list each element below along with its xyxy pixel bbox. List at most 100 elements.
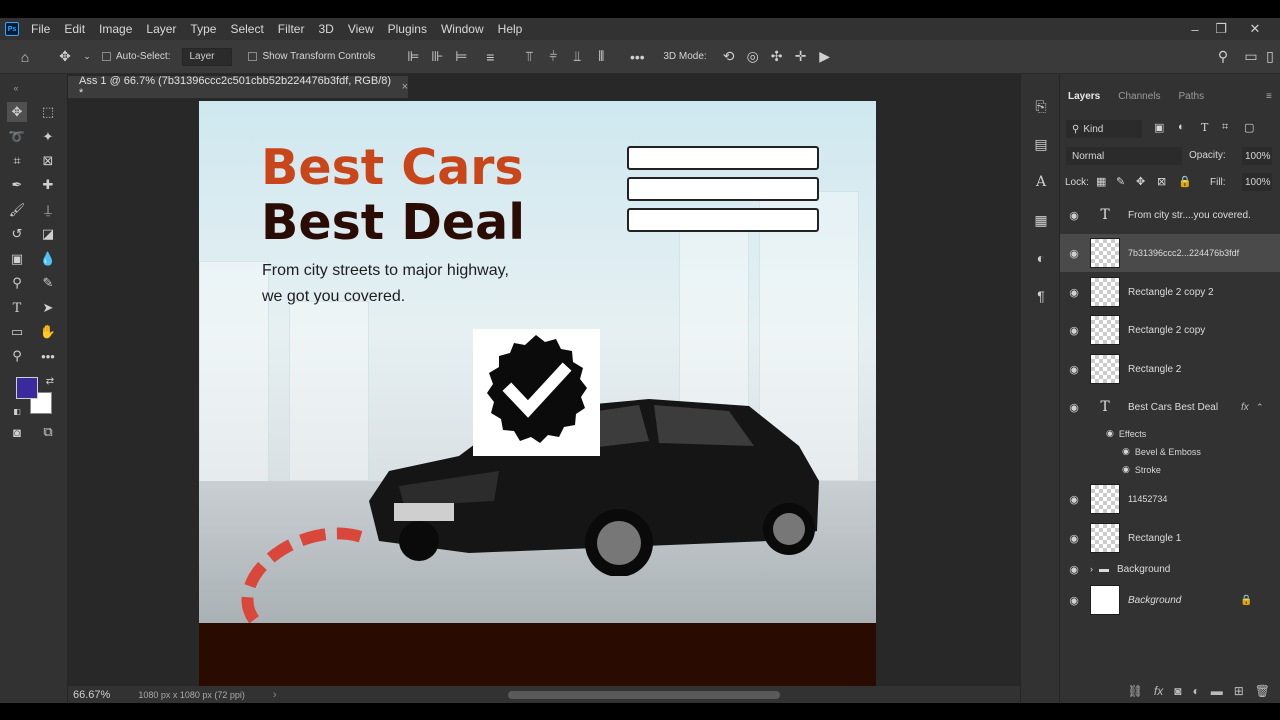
- menu-select[interactable]: Select: [230, 22, 263, 36]
- filter-type-icon[interactable]: T: [1201, 121, 1208, 134]
- menu-plugins[interactable]: Plugins: [388, 22, 427, 36]
- eye-icon[interactable]: ◉: [1068, 324, 1080, 337]
- tab-channels[interactable]: Channels: [1118, 91, 1160, 102]
- gradient-tool-icon[interactable]: ▣: [7, 249, 27, 269]
- menu-3d[interactable]: 3D: [318, 22, 333, 36]
- align-middle-icon[interactable]: ⫩: [541, 48, 565, 65]
- default-colors-icon[interactable]: ◧: [7, 401, 27, 421]
- collapse-icon[interactable]: «: [6, 78, 26, 98]
- rectangle-tool-icon[interactable]: ▭: [7, 322, 27, 342]
- 3d-camera-icon[interactable]: ▶: [813, 48, 837, 65]
- layer-row[interactable]: ◉ Rectangle 1: [1060, 519, 1280, 557]
- menu-layer[interactable]: Layer: [146, 22, 176, 36]
- history-icon[interactable]: ⎘: [1031, 96, 1051, 116]
- blend-mode-dropdown[interactable]: Normal: [1066, 147, 1182, 165]
- auto-select-dropdown[interactable]: Layer: [182, 47, 233, 66]
- layer-row[interactable]: ◉ T From city str....you covered.: [1060, 196, 1280, 234]
- 3d-pan-icon[interactable]: ✣: [765, 48, 789, 65]
- layer-row[interactable]: ◉ Rectangle 2 copy: [1060, 311, 1280, 349]
- lock-position-icon[interactable]: ✥: [1136, 175, 1145, 188]
- more-tools-icon[interactable]: •••: [38, 346, 58, 366]
- menu-help[interactable]: Help: [498, 22, 523, 36]
- quick-mask-icon[interactable]: ◙: [7, 422, 27, 442]
- distribute-icon[interactable]: ≡: [473, 49, 507, 65]
- zoom-level[interactable]: 66.67%: [73, 689, 110, 701]
- tab-layers[interactable]: Layers: [1068, 91, 1100, 102]
- search-icon[interactable]: ⚲: [1212, 48, 1234, 65]
- eye-icon[interactable]: ◉: [1068, 209, 1080, 222]
- chevron-down-icon[interactable]: ⌄: [80, 51, 94, 62]
- adjustments-icon[interactable]: ◐: [1031, 248, 1051, 268]
- layer-row[interactable]: ◉ T Best Cars Best Deal fx ⌃: [1060, 388, 1280, 426]
- eye-icon[interactable]: ◉: [1068, 286, 1080, 299]
- menu-edit[interactable]: Edit: [64, 22, 85, 36]
- swap-colors-icon[interactable]: ⇄: [40, 371, 60, 391]
- link-icon[interactable]: ⛓: [1128, 684, 1143, 698]
- effect-row[interactable]: ◉ Stroke: [1122, 464, 1161, 475]
- filter-pixel-icon[interactable]: ▣: [1154, 121, 1164, 134]
- eye-icon[interactable]: ◉: [1122, 464, 1130, 475]
- eye-icon[interactable]: ◉: [1068, 493, 1080, 506]
- move-tool-icon[interactable]: ✥: [7, 102, 27, 122]
- lock-transparent-icon[interactable]: ▦: [1096, 175, 1106, 188]
- eye-icon[interactable]: ◉: [1068, 532, 1080, 545]
- eyedropper-icon[interactable]: ✒: [7, 175, 27, 195]
- lock-all-icon[interactable]: 🔒: [1178, 175, 1192, 188]
- filter-adjustment-icon[interactable]: ◐: [1178, 121, 1185, 133]
- fx-badge[interactable]: fx: [1241, 402, 1249, 413]
- eye-icon[interactable]: ◉: [1068, 247, 1080, 260]
- character-icon[interactable]: A: [1031, 172, 1051, 192]
- document-tab[interactable]: Ass 1 @ 66.7% (7b31396ccc2c501cbb52b2244…: [68, 75, 408, 99]
- pen-tool-icon[interactable]: ✎: [38, 273, 58, 293]
- marquee-tool-icon[interactable]: ⬚: [38, 102, 58, 122]
- adjustment-layer-icon[interactable]: ◐: [1192, 684, 1199, 698]
- align-top-icon[interactable]: ⫪: [517, 48, 541, 65]
- swatches-icon[interactable]: ▦: [1031, 210, 1051, 230]
- eraser-tool-icon[interactable]: ◪: [38, 224, 58, 244]
- chevron-right-icon[interactable]: ›: [1090, 564, 1093, 574]
- libraries-icon[interactable]: ▤: [1031, 134, 1051, 154]
- brush-tool-icon[interactable]: 🖌: [7, 200, 27, 220]
- tab-paths[interactable]: Paths: [1179, 91, 1205, 102]
- panel-menu-icon[interactable]: ≡: [1266, 91, 1272, 102]
- layer-row[interactable]: ◉ 11452734: [1060, 480, 1280, 518]
- 3d-roll-icon[interactable]: ◎: [741, 48, 765, 65]
- menu-window[interactable]: Window: [441, 22, 484, 36]
- eye-icon[interactable]: ◉: [1106, 428, 1114, 439]
- frame-tool-icon[interactable]: ⊠: [38, 151, 58, 171]
- hand-tool-icon[interactable]: ✋: [38, 322, 58, 342]
- menu-view[interactable]: View: [348, 22, 374, 36]
- layer-row-selected[interactable]: ◉ 7b31396ccc2...224476b3fdf: [1060, 234, 1280, 272]
- type-tool-icon[interactable]: T: [7, 298, 27, 318]
- chevron-up-icon[interactable]: ⌃: [1256, 402, 1264, 413]
- lasso-tool-icon[interactable]: ➰: [7, 127, 27, 147]
- filter-shape-icon[interactable]: ⌗: [1222, 121, 1228, 134]
- fill-input[interactable]: 100%: [1242, 173, 1272, 191]
- workspace-icon[interactable]: ▭: [1240, 48, 1262, 65]
- zoom-tool-icon[interactable]: ⚲: [7, 346, 27, 366]
- align-bottom-icon[interactable]: ⫫: [565, 48, 589, 65]
- canvas[interactable]: Best Cars Best Deal From city streets to…: [199, 101, 876, 686]
- menu-image[interactable]: Image: [99, 22, 132, 36]
- blur-tool-icon[interactable]: 💧: [38, 249, 58, 269]
- align-right-icon[interactable]: ⊨: [449, 48, 473, 65]
- eye-icon[interactable]: ◉: [1068, 563, 1080, 576]
- layer-row[interactable]: ◉ Rectangle 2 copy 2: [1060, 273, 1280, 311]
- auto-select-checkbox[interactable]: Auto-Select:: [102, 51, 170, 62]
- align-center-icon[interactable]: ⊪: [425, 48, 449, 65]
- new-layer-icon[interactable]: ⊞: [1234, 684, 1244, 698]
- share-icon[interactable]: ▯: [1264, 48, 1276, 65]
- healing-brush-icon[interactable]: ✚: [38, 175, 58, 195]
- filter-smart-icon[interactable]: ▢: [1244, 121, 1254, 134]
- history-brush-icon[interactable]: ↺: [7, 224, 27, 244]
- delete-icon[interactable]: 🗑: [1255, 684, 1270, 698]
- lock-pixels-icon[interactable]: ✎: [1116, 175, 1125, 188]
- layer-row[interactable]: ◉ Background 🔒: [1060, 581, 1280, 619]
- mask-icon[interactable]: ◙: [1174, 684, 1181, 698]
- layer-group-row[interactable]: ◉ › ▬ Background: [1060, 554, 1280, 584]
- show-transform-checkbox[interactable]: Show Transform Controls: [248, 51, 375, 62]
- 3d-orbit-icon[interactable]: ⟲: [717, 48, 741, 65]
- restore-button[interactable]: ❐: [1206, 18, 1236, 40]
- close-button[interactable]: ✕: [1240, 18, 1270, 40]
- align-left-icon[interactable]: ⊫: [401, 48, 425, 65]
